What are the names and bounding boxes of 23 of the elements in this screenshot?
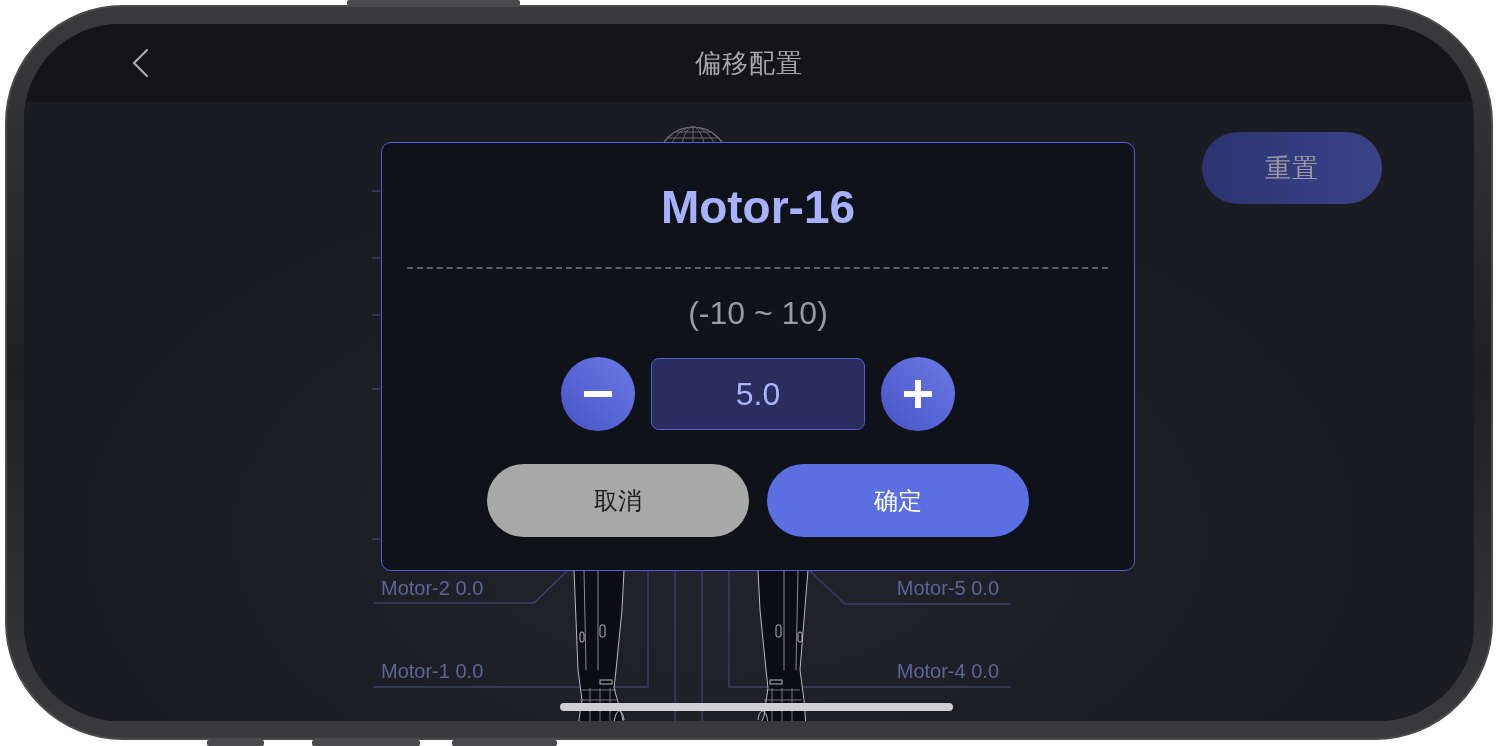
dialog-title: Motor-16	[660, 180, 856, 235]
side-button[interactable]	[207, 740, 264, 746]
motor-label: Motor-1 0.0	[381, 660, 484, 683]
motor-label: Motor-2 0.0	[381, 577, 484, 600]
leader-line	[371, 388, 381, 390]
side-button[interactable]	[452, 740, 557, 746]
side-button[interactable]	[312, 740, 420, 746]
leader-line	[371, 538, 381, 540]
motor-label: Motor-5 0.0	[896, 577, 999, 600]
page-title: 偏移配置	[695, 46, 803, 80]
motor-label: Motor-4 0.0	[896, 660, 999, 683]
back-icon[interactable]	[132, 49, 148, 77]
confirm-button[interactable]: 确定	[767, 464, 1029, 537]
range-text: (-10 ~ 10)	[688, 294, 828, 333]
leader-line	[371, 314, 381, 316]
plus-icon	[904, 380, 932, 408]
minus-icon	[584, 391, 612, 397]
leader-line	[371, 257, 381, 259]
reset-button[interactable]: 重置	[1202, 132, 1382, 204]
value-field[interactable]: 5.0	[651, 358, 865, 430]
leader-line	[371, 190, 381, 192]
cancel-button[interactable]: 取消	[487, 464, 749, 537]
side-button[interactable]	[347, 0, 520, 6]
